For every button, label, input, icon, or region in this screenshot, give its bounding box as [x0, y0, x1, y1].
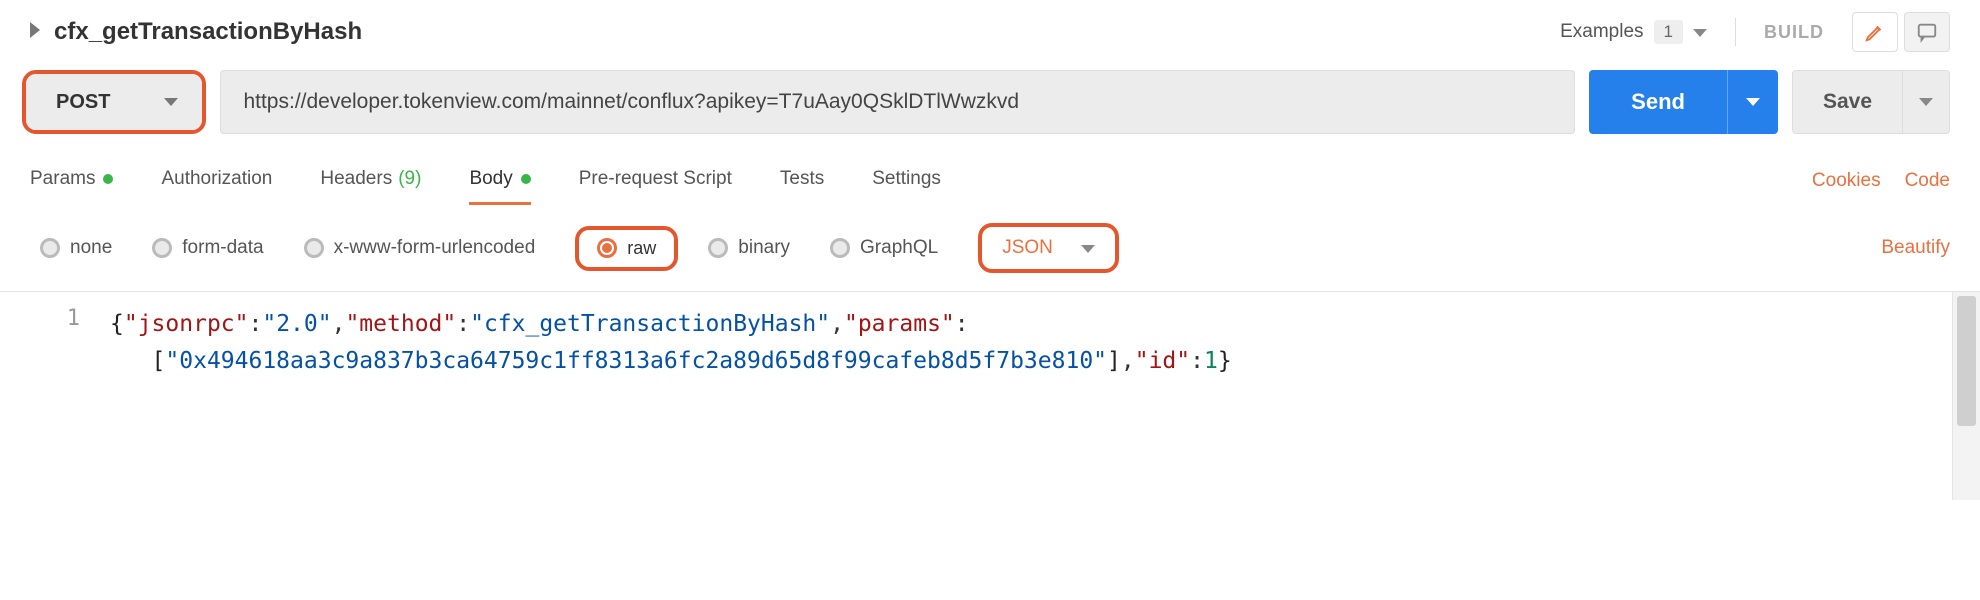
- body-type-urlencoded[interactable]: x-www-form-urlencoded: [304, 237, 536, 259]
- request-body-editor[interactable]: {"jsonrpc":"2.0","method":"cfx_getTransa…: [110, 292, 1952, 500]
- collapse-icon[interactable]: [30, 22, 40, 43]
- radio-icon: [830, 238, 850, 258]
- radio-icon: [304, 238, 324, 258]
- tab-headers[interactable]: Headers(9): [320, 158, 421, 204]
- caret-down-icon: [140, 74, 202, 130]
- body-type-raw[interactable]: raw: [575, 226, 678, 271]
- radio-selected-icon: [597, 238, 617, 258]
- active-dot-icon: [521, 174, 531, 184]
- send-button[interactable]: Send: [1589, 70, 1727, 134]
- examples-label: Examples: [1560, 21, 1643, 43]
- body-type-form-data[interactable]: form-data: [152, 237, 263, 259]
- beautify-link[interactable]: Beautify: [1881, 237, 1950, 259]
- send-dropdown[interactable]: [1727, 70, 1778, 134]
- http-method-label: POST: [26, 74, 140, 130]
- url-text: https://developer.tokenview.com/mainnet/…: [243, 90, 1019, 114]
- radio-icon: [708, 238, 728, 258]
- tab-authorization[interactable]: Authorization: [161, 158, 272, 204]
- scrollbar-thumb[interactable]: [1957, 296, 1976, 426]
- active-dot-icon: [103, 174, 113, 184]
- comment-icon: [1916, 21, 1938, 43]
- body-type-binary[interactable]: binary: [708, 237, 790, 259]
- tab-params[interactable]: Params: [30, 158, 113, 204]
- caret-down-icon: [1693, 21, 1707, 43]
- body-type-graphql[interactable]: GraphQL: [830, 237, 938, 259]
- radio-icon: [40, 238, 60, 258]
- request-title: cfx_getTransactionByHash: [54, 18, 362, 46]
- tab-settings[interactable]: Settings: [872, 158, 941, 204]
- pencil-icon: [1864, 21, 1886, 43]
- headers-count: (9): [398, 168, 421, 190]
- tab-prerequest[interactable]: Pre-request Script: [579, 158, 732, 204]
- examples-count: 1: [1654, 20, 1683, 44]
- code-link[interactable]: Code: [1905, 170, 1950, 192]
- edit-button[interactable]: [1852, 12, 1898, 52]
- divider: [1735, 18, 1736, 46]
- caret-down-icon: [1081, 237, 1095, 259]
- tab-body[interactable]: Body: [469, 158, 530, 204]
- examples-dropdown[interactable]: Examples 1: [1560, 20, 1707, 44]
- save-dropdown[interactable]: [1902, 71, 1949, 133]
- http-method-selector[interactable]: POST: [22, 70, 206, 134]
- radio-icon: [152, 238, 172, 258]
- body-type-none[interactable]: none: [40, 237, 112, 259]
- url-input[interactable]: https://developer.tokenview.com/mainnet/…: [220, 70, 1575, 134]
- save-button[interactable]: Save: [1793, 71, 1902, 133]
- comment-button[interactable]: [1904, 12, 1950, 52]
- build-label: BUILD: [1764, 22, 1824, 43]
- line-gutter: 1: [0, 292, 110, 500]
- tab-tests[interactable]: Tests: [780, 158, 824, 204]
- cookies-link[interactable]: Cookies: [1812, 170, 1881, 192]
- body-format-selector[interactable]: JSON: [978, 223, 1119, 273]
- scrollbar[interactable]: [1952, 292, 1980, 500]
